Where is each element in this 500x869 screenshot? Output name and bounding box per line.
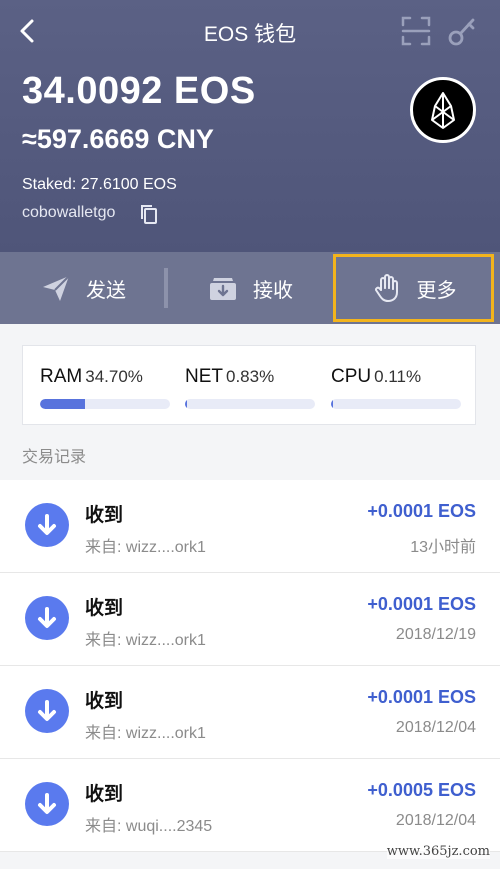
eos-logo-icon: [410, 77, 476, 143]
resource-name: RAM: [40, 366, 83, 387]
resource-net: NET 0.83%: [185, 366, 315, 409]
more-button[interactable]: 更多: [333, 254, 494, 322]
transaction-time: 2018/12/04: [395, 812, 476, 829]
transaction-row[interactable]: 收到 来自: wuqi....2345 +0.0005 EOS 2018/12/…: [0, 759, 500, 852]
resource-bar-fill: [40, 399, 86, 409]
receive-button[interactable]: 接收: [168, 252, 332, 324]
transaction-from: 来自: wuqi....2345: [85, 818, 213, 835]
resource-bar: [331, 399, 461, 409]
receive-arrow-icon: [25, 782, 69, 826]
transaction-time: 13小时前: [410, 539, 476, 556]
send-label: 发送: [86, 279, 126, 302]
resource-value: 34.70%: [85, 367, 143, 386]
resource-name: NET: [185, 366, 223, 387]
transaction-from: 来自: wizz....ork1: [85, 632, 206, 649]
transaction-type: 收到: [85, 505, 124, 526]
transaction-type: 收到: [85, 598, 124, 619]
receive-icon: [210, 278, 236, 300]
scan-icon[interactable]: [400, 15, 432, 47]
transactions-heading: 交易记录: [22, 449, 87, 466]
copy-icon[interactable]: [139, 203, 159, 225]
resource-ram: RAM 34.70%: [40, 366, 170, 409]
transaction-from: 来自: wizz....ork1: [85, 725, 206, 742]
resource-bar-fill: [185, 399, 187, 409]
send-icon: [43, 275, 70, 301]
watermark: www.365jz.com: [386, 844, 490, 859]
fiat-balance: ≈597.6669 CNY: [22, 124, 214, 154]
action-bar: 发送 接收 更多: [0, 252, 500, 324]
resource-bar: [185, 399, 315, 409]
transaction-type: 收到: [85, 691, 124, 712]
transaction-amount: +0.0001 EOS: [367, 501, 476, 521]
wallet-screen: EOS 钱包 34.0092 EOS ≈597.6669 CNY Staked:…: [0, 0, 500, 869]
transaction-time: 2018/12/04: [395, 719, 476, 736]
staked-amount: Staked: 27.6100 EOS: [22, 176, 177, 193]
resource-value: 0.83%: [226, 367, 275, 386]
nav-bar: EOS 钱包: [0, 0, 500, 62]
receive-label: 接收: [253, 279, 293, 302]
eos-balance: 34.0092 EOS: [22, 70, 256, 112]
resource-name: CPU: [331, 366, 372, 387]
transaction-amount: +0.0005 EOS: [367, 780, 476, 800]
transaction-amount: +0.0001 EOS: [367, 687, 476, 707]
send-button[interactable]: 发送: [0, 252, 166, 324]
more-label: 更多: [416, 279, 457, 302]
hand-icon: [374, 274, 398, 302]
account-name: cobowalletgo: [22, 204, 116, 221]
transaction-row[interactable]: 收到 来自: wizz....ork1 +0.0001 EOS 13小时前: [0, 480, 500, 573]
receive-arrow-icon: [25, 596, 69, 640]
resource-value: 0.11%: [374, 367, 422, 386]
transaction-time: 2018/12/19: [395, 626, 476, 643]
transaction-from: 来自: wizz....ork1: [85, 539, 206, 556]
resource-bar: [40, 399, 170, 409]
receive-arrow-icon: [25, 503, 69, 547]
transaction-type: 收到: [85, 784, 124, 805]
transaction-amount: +0.0001 EOS: [367, 594, 476, 614]
resource-bar-fill: [331, 399, 333, 409]
receive-arrow-icon: [25, 689, 69, 733]
key-icon[interactable]: [446, 14, 478, 48]
transaction-row[interactable]: 收到 来自: wizz....ork1 +0.0001 EOS 2018/12/…: [0, 666, 500, 759]
wallet-header: EOS 钱包 34.0092 EOS ≈597.6669 CNY Staked:…: [0, 0, 500, 252]
resource-cpu: CPU 0.11%: [331, 366, 461, 409]
transaction-row[interactable]: 收到 来自: wizz....ork1 +0.0001 EOS 2018/12/…: [0, 573, 500, 666]
resource-card[interactable]: RAM 34.70% NET 0.83% CPU 0.11%: [22, 345, 476, 425]
